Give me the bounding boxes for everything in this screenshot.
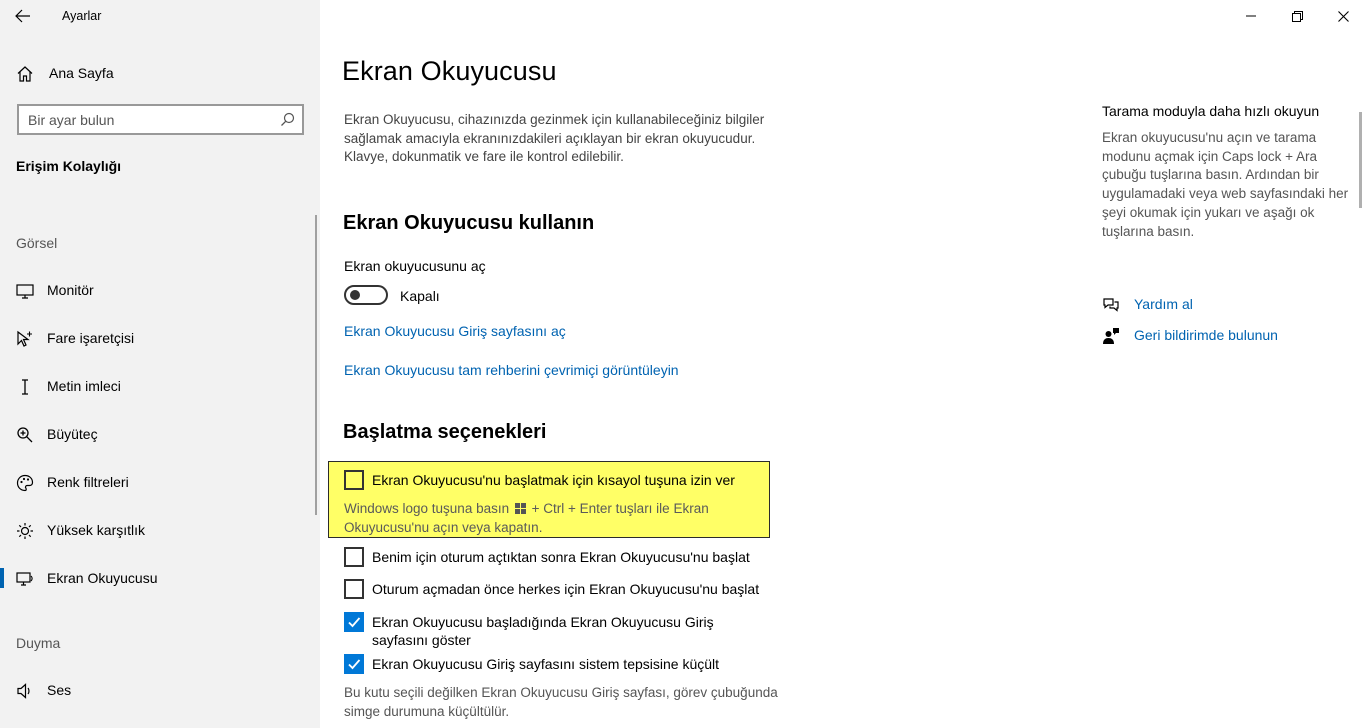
close-button[interactable]: [1320, 0, 1366, 32]
restore-icon: [1291, 10, 1303, 22]
tray-footer-note: Bu kutu seçili değilken Ekran Okuyucusu …: [344, 685, 778, 719]
page-description: Ekran Okuyucusu, cihazınızda gezinmek iç…: [344, 112, 765, 164]
checkbox-label: Oturum açmadan önce herkes için Ekran Ok…: [372, 581, 760, 597]
sidebar-item-text-cursor[interactable]: Metin imleci: [0, 366, 316, 406]
mouse-pointer-icon: [16, 330, 34, 348]
back-button[interactable]: [10, 4, 36, 28]
minimize-button[interactable]: [1228, 0, 1274, 32]
get-help-label: Yardım al: [1134, 296, 1193, 312]
shortcut-checkbox[interactable]: [344, 470, 364, 490]
open-narrator-home-link[interactable]: Ekran Okuyucusu Giriş sayfasını aç: [344, 323, 566, 339]
toggle-state-text: Kapalı: [400, 288, 440, 304]
magnifier-icon: [16, 426, 34, 444]
page-title: Ekran Okuyucusu: [342, 56, 557, 86]
checkbox-label: Ekran Okuyucusu başladığında Ekran Okuyu…: [372, 614, 714, 648]
group-label-visual: Görsel: [16, 235, 58, 251]
sidebar-item-label: Ses: [47, 682, 72, 698]
text-cursor-icon: [16, 378, 34, 396]
sidebar-item-label: Monitör: [47, 282, 94, 298]
restore-button[interactable]: [1274, 0, 1320, 32]
checkmark-icon: [348, 617, 361, 628]
sidebar-item-label: Ekran Okuyucusu: [47, 570, 158, 586]
scan-mode-title: Tarama moduyla daha hızlı okuyun: [1102, 103, 1320, 119]
scan-mode-text: Ekran okuyucusu'nu açın ve tarama modunu…: [1102, 130, 1349, 239]
startup-section-heading: Başlatma seçenekleri: [343, 421, 547, 443]
checkbox-label: Benim için oturum açtıktan sonra Ekran O…: [372, 549, 750, 565]
start-after-signin-checkbox[interactable]: [344, 547, 364, 567]
palette-icon: [16, 474, 34, 492]
sidebar: Ayarlar Ana Sayfa Erişim Kolaylığı Görse…: [0, 0, 320, 728]
sidebar-item-narrator[interactable]: Ekran Okuyucusu: [0, 558, 316, 598]
help-chat-icon: [1102, 296, 1120, 317]
home-label: Ana Sayfa: [49, 65, 114, 81]
sidebar-item-label: Metin imleci: [47, 378, 121, 394]
shortcut-desc-part1: Windows logo tuşuna basın: [344, 501, 510, 516]
sidebar-item-label: Yüksek karşıtlık: [47, 522, 146, 538]
back-arrow-icon: [15, 9, 30, 23]
show-home-checkbox[interactable]: [344, 612, 364, 632]
sidebar-item-mouse-pointer[interactable]: Fare işaretçisi: [0, 318, 316, 358]
minimize-icon: [1246, 15, 1256, 17]
home-nav[interactable]: Ana Sayfa: [0, 58, 320, 88]
minimize-to-tray-checkbox[interactable]: [344, 654, 364, 674]
feedback-icon: [1102, 327, 1120, 348]
search-icon[interactable]: [280, 112, 295, 130]
app-title: Ayarlar: [62, 9, 102, 23]
shortcut-description: Windows logo tuşuna basın + Ctrl + Enter…: [344, 500, 764, 537]
sidebar-item-label: Renk filtreleri: [47, 474, 129, 490]
narrator-guide-link[interactable]: Ekran Okuyucusu tam rehberini çevrimiçi …: [344, 362, 679, 378]
toggle-knob: [350, 290, 360, 300]
main-scrollbar[interactable]: [1359, 112, 1362, 208]
checkmark-icon: [348, 659, 361, 670]
sidebar-scrollbar[interactable]: [315, 215, 317, 515]
sidebar-item-high-contrast[interactable]: Yüksek karşıtlık: [0, 510, 316, 550]
sidebar-item-monitor[interactable]: Monitör: [0, 270, 316, 310]
give-feedback-label: Geri bildirimde bulunun: [1134, 327, 1278, 343]
narrator-toggle[interactable]: [344, 285, 388, 305]
checkbox-label: Ekran Okuyucusu Giriş sayfasını sistem t…: [372, 656, 720, 672]
close-icon: [1337, 10, 1349, 22]
section-title: Erişim Kolaylığı: [16, 158, 122, 174]
group-label-hearing: Duyma: [16, 635, 61, 651]
narrator-icon: [16, 570, 34, 588]
brightness-icon: [16, 522, 34, 540]
use-section-heading: Ekran Okuyucusu kullanın: [343, 212, 595, 234]
speaker-icon: [16, 682, 34, 700]
sidebar-item-label: Büyüteç: [47, 426, 98, 442]
home-icon: [16, 65, 34, 86]
search-input[interactable]: [19, 106, 269, 133]
checkbox-label: Ekran Okuyucusu'nu başlatmak için kısayo…: [372, 472, 735, 488]
active-indicator: [0, 568, 4, 588]
monitor-icon: [16, 282, 34, 300]
windows-logo-icon: [514, 503, 526, 514]
sidebar-item-label: Fare işaretçisi: [47, 330, 135, 346]
settings-search[interactable]: [17, 104, 304, 135]
sidebar-item-magnifier[interactable]: Büyüteç: [0, 414, 316, 454]
sidebar-item-color-filters[interactable]: Renk filtreleri: [0, 462, 316, 502]
start-before-signin-checkbox[interactable]: [344, 579, 364, 599]
sidebar-item-audio[interactable]: Ses: [0, 670, 316, 710]
narrator-toggle-label: Ekran okuyucusunu aç: [344, 258, 486, 274]
